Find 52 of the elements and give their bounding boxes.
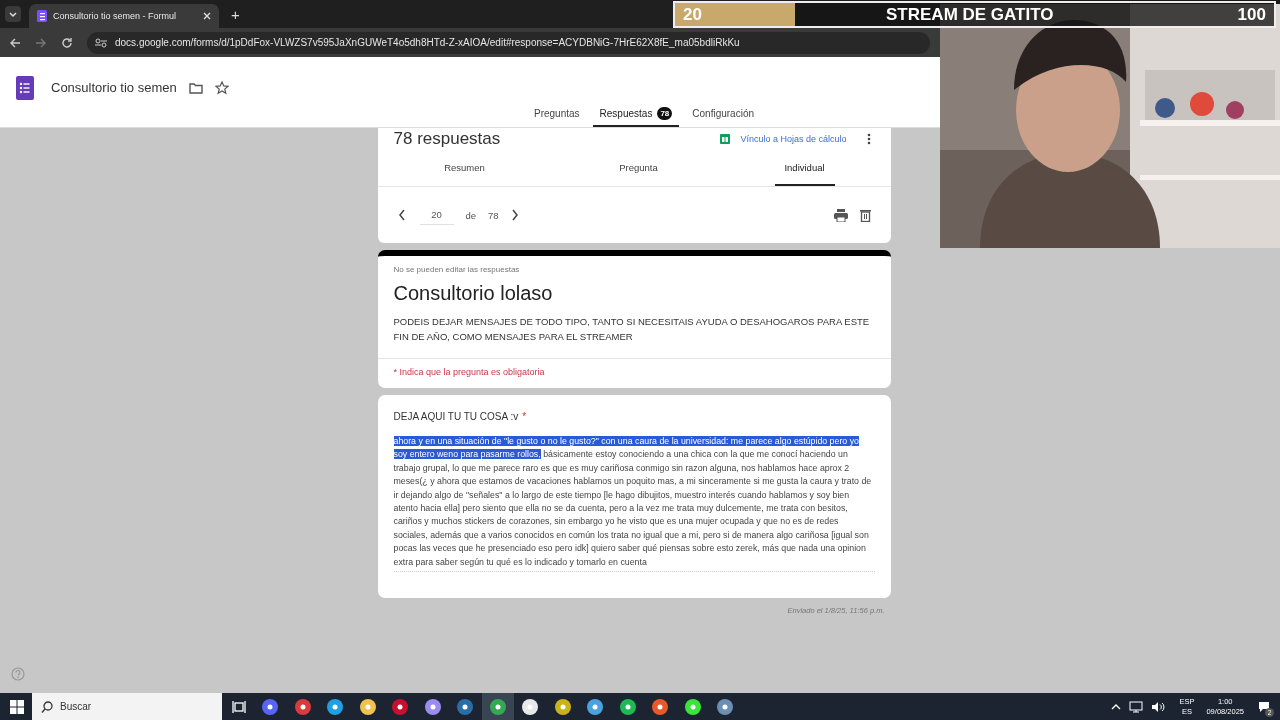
search-field[interactable]: Buscar [32, 693, 222, 720]
back-icon[interactable] [9, 36, 21, 49]
notification-icon [1258, 700, 1270, 713]
next-icon[interactable] [510, 209, 519, 221]
print-icon[interactable] [833, 208, 848, 222]
folder-icon[interactable] [188, 81, 203, 94]
goal-target: 100 [1237, 4, 1266, 25]
taskbar-app-button[interactable] [481, 693, 514, 720]
tab-list-icon[interactable] [5, 6, 21, 22]
close-icon[interactable] [203, 12, 211, 20]
required-note: * Indica que la pregunta es obligatoria [392, 366, 546, 379]
total-count: 78 [488, 209, 499, 221]
star-icon[interactable] [214, 80, 229, 95]
goal-title: STREAM DE GATITO [886, 4, 1054, 25]
question-title: DEJA AQUI TU TU COSA :v [393, 411, 519, 422]
network-icon[interactable] [1129, 700, 1144, 713]
previous-icon[interactable] [397, 209, 406, 221]
view-tab[interactable]: Pregunta [551, 151, 726, 186]
notice-text: No se pueden editar las respuestas [393, 265, 521, 274]
pager-text: de [465, 209, 477, 221]
form-heading: Consultorio lolaso [393, 282, 554, 305]
windows-icon[interactable] [10, 699, 24, 714]
reload-icon[interactable] [61, 36, 73, 49]
search-icon [41, 701, 53, 713]
view-tab[interactable]: Individual [774, 151, 835, 186]
chevron-up-icon[interactable] [1111, 703, 1122, 710]
forms-logo-icon[interactable] [16, 75, 34, 100]
tab-title: Consultorio tio semen - Formul [53, 11, 178, 21]
form-description: PODEIS DEJAR MENSAJES DE TODO TIPO, TANTO SI NECESITAIS AYUDA O DESAHOGAROS PARA ESTE FIN DE AÑO, COMO MENSAJES PARA EL STREAMER [393, 315, 871, 344]
responses-count: 78 respuestas [393, 129, 502, 149]
required-mark: * [522, 411, 527, 422]
new-tab-button[interactable]: + [227, 5, 244, 23]
count-badge: 78 [657, 107, 673, 120]
forms-icon [37, 10, 47, 22]
answer-text: ahora y en una situación de "le gusto o no le gusto?" con una caura de la universidad: me parece algo estúpido pero yo soy entero weno para pasarme rollos, básicamente estoy conociendo a una chica con la que me conocí haciendo un trabajo grupal, lo que me parece raro es que es muy cariñosa conmigo sin razon alguna, nos hablamos hace aprox 2 meses(¿ y ahora que estamos de vacaciones hablamos un poquito mas, a mi sinceramente si me gusta la caura y trato de ir dejando algo de "señales" a lo largo de este tiempo [le hago dibujitos, muestro interés cuando hablamos y soy bien atento hacia ella] pero siento que ella no se da cuenta, pero a la vez me trata muy dulcemente, me trata con besitos, cariños y muchos stickers de corazones, sin embargo yo he visto que es una mujer ocupada y que no es de redes sociales, además que a varios conocidos en común los trata no igual que a mi, pero si de manera algo cariñosa [igual son pocas las veces que he presenciado eso pero idk] quiero saber qué piensas sobre esto zerek, más que nada una opinion extra para saber según tu qué es lo indicado y tomarlo en cuenta [393, 435, 875, 573]
site-info-icon[interactable] [95, 37, 107, 48]
sheets-link[interactable]: Vínculo a Hojas de cálculo [720, 134, 847, 144]
sheets-link-text[interactable]: Vínculo a Hojas de cálculo [740, 134, 847, 144]
task-view-icon[interactable] [232, 699, 246, 714]
forward-icon[interactable] [35, 36, 47, 49]
volume-icon[interactable] [1151, 700, 1166, 713]
goal-current: 20 [683, 4, 702, 25]
more-icon[interactable] [866, 133, 871, 145]
sheets-icon [720, 134, 731, 144]
form-title: Consultorio tio semen [51, 80, 177, 95]
delete-icon[interactable] [859, 208, 871, 222]
browser-tab[interactable]: Consultorio tio semen - Formul [29, 4, 219, 28]
url-text: docs.google.com/forms/d/1pDdFox-VLWZS7v595JaXnGUWeT4o5dh8HTd-Z-xAIOA/edit#response=ACYDBNiG-7HrE62X8fE_ma05bdliRkKu [115, 37, 740, 48]
form-tab[interactable]: Preguntas [527, 107, 587, 127]
form-tab[interactable]: Configuración [685, 107, 761, 127]
view-tab[interactable]: Resumen [377, 151, 552, 186]
address-field[interactable]: docs.google.com/forms/d/1pDdFox-VLWZS7v595JaXnGUWeT4o5dh8HTd-Z-xAIOA/edit#response=ACYDBNiG-7HrE62X8fE_ma05bdliRkKu [87, 31, 930, 54]
